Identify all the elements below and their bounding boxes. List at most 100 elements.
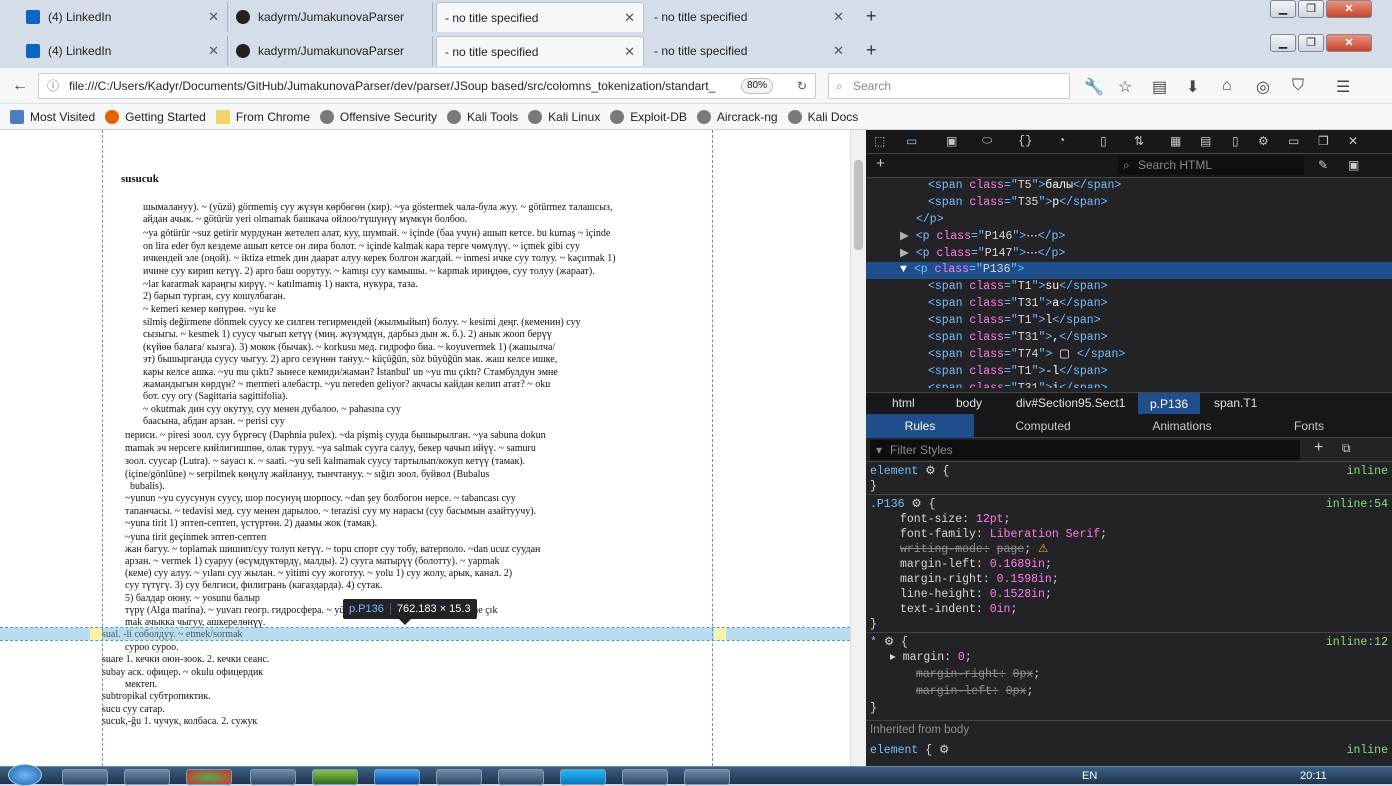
pseudo-class-icon[interactable]: ⧉: [1342, 441, 1351, 456]
page-scrollbar[interactable]: [850, 130, 866, 766]
maximize-button[interactable]: ❐: [1298, 0, 1324, 18]
close-icon[interactable]: ✕: [208, 9, 219, 25]
language-indicator[interactable]: EN: [1082, 770, 1097, 782]
rule-source-link[interactable]: inline:12: [1326, 635, 1388, 650]
chrome-icon[interactable]: [186, 769, 232, 785]
firefox-icon[interactable]: [374, 769, 420, 785]
css-property[interactable]: margin-right: 0.1598in;: [900, 572, 1059, 587]
tree-node[interactable]: <span class="T1">su</span>: [866, 279, 1392, 296]
responsive-icon[interactable]: ▦: [1170, 134, 1181, 149]
tab-computed[interactable]: Computed: [974, 414, 1112, 438]
tab-animations[interactable]: Animations: [1112, 414, 1252, 438]
url-bar[interactable]: ⓘ file:///C:/Users/Kadyr/Documents/GitHu…: [38, 73, 816, 99]
memory-icon[interactable]: ▯: [1100, 134, 1107, 149]
tree-node[interactable]: <span class="T31">,</span>: [866, 330, 1392, 347]
bookmark-kali-docs[interactable]: Kali Docs: [787, 109, 858, 124]
breadcrumb-span[interactable]: span.T1: [1214, 396, 1257, 410]
css-property[interactable]: font-size: 12pt;: [900, 512, 1010, 527]
wrench-icon[interactable]: 🔧: [1084, 77, 1104, 97]
reload-icon[interactable]: ↻: [797, 74, 807, 98]
minimize-button[interactable]: ▁: [1270, 34, 1296, 52]
new-tab-button[interactable]: +: [866, 40, 877, 61]
tab-github[interactable]: kadyrm/JumakunovaParser: [228, 2, 433, 32]
star-icon[interactable]: ☆: [1118, 77, 1132, 97]
tab-active[interactable]: - no title specified ✕: [436, 36, 644, 66]
breadcrumb-section[interactable]: div#Section95.Sect1: [1016, 396, 1125, 410]
css-property[interactable]: margin-right: 0px;: [916, 667, 1040, 682]
bookmark-aircrack[interactable]: Aircrack-ng: [696, 109, 778, 124]
explorer-icon[interactable]: [62, 769, 108, 785]
tab-untitled[interactable]: - no title specified ✕: [646, 2, 852, 32]
inspector-icon[interactable]: ▭: [906, 134, 917, 149]
markup-tree[interactable]: <span class="T5">балы</span> <span class=…: [866, 178, 1392, 388]
tab-untitled[interactable]: - no title specified ✕: [646, 36, 852, 66]
css-property[interactable]: line-height: 0.1528in;: [900, 587, 1052, 602]
tree-node[interactable]: <span class="T5">балы</span>: [866, 178, 1392, 195]
menu-icon[interactable]: ☰: [1336, 77, 1350, 97]
info-icon[interactable]: ⓘ: [47, 74, 59, 98]
tab-active[interactable]: - no title specified ✕: [436, 2, 644, 32]
close-window-button[interactable]: ✕: [1326, 34, 1372, 52]
css-property[interactable]: margin-left: 0px;: [916, 684, 1033, 699]
debugger-icon[interactable]: ⬭: [982, 134, 992, 148]
rule-source-link[interactable]: inline: [1347, 464, 1388, 479]
tree-node[interactable]: <span class="T1">-l</span>: [866, 364, 1392, 381]
rule-selector[interactable]: element ⚙ {: [870, 464, 949, 479]
reading-list-icon[interactable]: ▤: [1152, 77, 1167, 97]
close-icon[interactable]: ✕: [833, 43, 844, 59]
globe-icon[interactable]: ◎: [1256, 77, 1270, 97]
clock[interactable]: 20:11: [1300, 770, 1327, 782]
rule-close[interactable]: }: [870, 701, 877, 716]
tab-linkedin[interactable]: (4) LinkedIn ✕: [18, 36, 228, 66]
rule-selector[interactable]: * ⚙ {: [870, 635, 908, 650]
rule-selector[interactable]: element { ⚙: [870, 743, 949, 758]
documents-icon[interactable]: [250, 769, 296, 785]
rule-source-link[interactable]: inline: [1347, 743, 1388, 758]
console-icon[interactable]: ▣: [946, 134, 957, 149]
search-input[interactable]: ⌕ Search: [828, 73, 1070, 99]
screenshot-icon[interactable]: ▯: [1232, 134, 1239, 149]
undock-icon[interactable]: ❐: [1318, 134, 1329, 149]
css-property[interactable]: writing-mode: page; ⚠: [900, 542, 1048, 557]
skype-icon[interactable]: [560, 769, 606, 785]
bookmark-from-chrome[interactable]: From Chrome: [215, 109, 310, 124]
tree-node[interactable]: <span class="T1">l</span>: [866, 313, 1392, 330]
tab-fonts[interactable]: Fonts: [1252, 414, 1366, 438]
rule-selector[interactable]: .P136 ⚙ {: [870, 497, 936, 512]
tab-github[interactable]: kadyrm/JumakunovaParser: [228, 36, 433, 66]
css-property[interactable]: ▸ margin: 0;: [890, 650, 972, 665]
css-property[interactable]: font-family: Liberation Serif;: [900, 527, 1107, 542]
document-viewport[interactable]: susucuk шымалануу). ~ (yüzü) görmemiş су…: [0, 130, 850, 766]
toggle-sidebar-icon[interactable]: ▣: [1348, 158, 1359, 173]
home-icon[interactable]: ⌂: [1222, 77, 1232, 95]
start-button[interactable]: [8, 764, 42, 786]
minimize-button[interactable]: ▁: [1270, 0, 1296, 18]
bookmark-kali-linux[interactable]: Kali Linux: [528, 109, 600, 124]
paint-icon[interactable]: [684, 769, 730, 785]
bookmark-kali-tools[interactable]: Kali Tools: [447, 109, 518, 124]
performance-icon[interactable]: ◔: [1058, 134, 1065, 148]
tree-node[interactable]: </p>: [866, 212, 1392, 229]
tab-linkedin[interactable]: (4) LinkedIn ✕: [18, 2, 228, 32]
breadcrumb-body[interactable]: body: [956, 396, 982, 410]
app-icon[interactable]: [498, 769, 544, 785]
add-rule-icon[interactable]: +: [1314, 439, 1323, 457]
tree-node[interactable]: <span class="T35">р</span>: [866, 195, 1392, 212]
tree-node[interactable]: ▶ <p class="P146">⋯</p>: [866, 229, 1392, 246]
pocket-icon[interactable]: ⛉: [1292, 77, 1304, 95]
css-property[interactable]: margin-left: 0.1689in;: [900, 557, 1052, 572]
network-icon[interactable]: ⇅: [1134, 134, 1144, 149]
rule-source-link[interactable]: inline:54: [1326, 497, 1388, 512]
add-node-icon[interactable]: +: [876, 156, 885, 173]
style-editor-icon[interactable]: {}: [1018, 134, 1032, 148]
breadcrumb-p136[interactable]: p.P136: [1138, 393, 1201, 415]
css-property[interactable]: text-indent: 0in;: [900, 602, 1017, 617]
tree-node[interactable]: <span class="T31">a</span>: [866, 296, 1392, 313]
rule-close[interactable]: }: [870, 479, 877, 494]
media-player-icon[interactable]: [124, 769, 170, 785]
bookmark-exploit-db[interactable]: Exploit-DB: [610, 109, 687, 124]
eyedropper-icon[interactable]: ✎: [1318, 158, 1328, 173]
app-icon[interactable]: [312, 769, 358, 785]
pick-element-icon[interactable]: ⬚: [874, 134, 885, 149]
settings-icon[interactable]: ⚙: [1258, 134, 1269, 149]
